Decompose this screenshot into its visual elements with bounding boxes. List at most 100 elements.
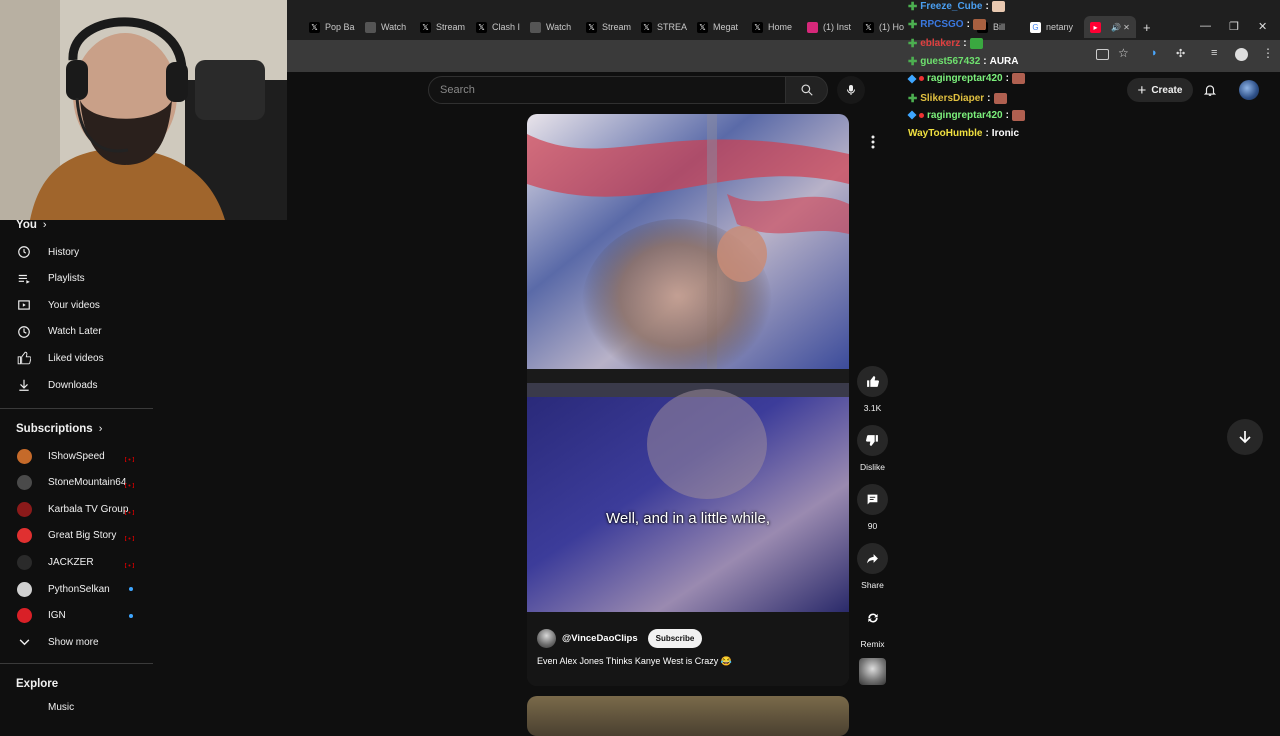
- x-icon: 𝕏: [476, 21, 487, 33]
- channel-avatar[interactable]: [537, 629, 556, 648]
- live-indicator-icon: [124, 480, 135, 489]
- chevron-right-icon: ›: [42, 219, 47, 231]
- subscription-item[interactable]: PythonSelkan: [0, 576, 152, 602]
- liked-videos-icon: [17, 351, 31, 365]
- browser-tab[interactable]: Gnetany: [1030, 18, 1073, 36]
- sidebar-item-label: Your videos: [48, 299, 100, 311]
- chat-message: WayTooHumble : Ironic: [908, 128, 1020, 140]
- show-more-button[interactable]: Show more: [0, 629, 152, 655]
- browser-tab[interactable]: 𝕏 Megat: [697, 18, 738, 36]
- dislike-button[interactable]: [857, 425, 888, 456]
- thumbs-up-icon: [867, 376, 879, 387]
- browser-menu-icon[interactable]: ⋮: [1262, 46, 1274, 60]
- subscription-item[interactable]: Great Big Story: [0, 523, 152, 549]
- media-control-icon[interactable]: ≡: [1211, 47, 1217, 59]
- create-button[interactable]: + Create: [1127, 78, 1193, 102]
- globe-icon: [365, 21, 376, 33]
- browser-tab[interactable]: 𝕏 Stream: [586, 18, 631, 36]
- browser-tab-label: (1) Ho: [879, 22, 905, 32]
- notifications-button[interactable]: [1200, 80, 1220, 100]
- channel-avatar: [17, 554, 32, 570]
- plus-icon: +: [1137, 81, 1147, 99]
- subscriptions-label: Subscriptions: [16, 423, 93, 435]
- subscription-item[interactable]: StoneMountain64: [0, 470, 152, 496]
- emote-icon: [1011, 109, 1025, 121]
- channel-info: @VinceDaoClips Subscribe: [537, 629, 703, 648]
- remix-button[interactable]: [857, 602, 888, 633]
- like-count: 3.1K: [863, 403, 882, 413]
- sidebar-item-label: Playlists: [48, 273, 85, 285]
- like-action[interactable]: 3.1K: [857, 366, 888, 413]
- search-button[interactable]: [785, 76, 828, 104]
- next-short-preview[interactable]: [527, 696, 849, 736]
- subscriptions-header[interactable]: Subscriptions ›: [16, 423, 102, 435]
- account-avatar[interactable]: [1239, 80, 1259, 100]
- subscription-item[interactable]: IGN: [0, 603, 152, 629]
- close-window-button[interactable]: ✕: [1258, 20, 1267, 33]
- instagram-icon: [807, 21, 818, 33]
- sidebar-item-label: Downloads: [48, 379, 98, 391]
- video-title[interactable]: Even Alex Jones Thinks Kanye West is Cra…: [537, 656, 732, 667]
- x-icon: 𝕏: [863, 21, 874, 33]
- install-app-icon[interactable]: [1096, 49, 1109, 60]
- sound-source-thumbnail[interactable]: [859, 658, 886, 685]
- streamer-webcam: [0, 0, 287, 220]
- remix-action[interactable]: Remix: [857, 602, 888, 649]
- channel-name[interactable]: @VinceDaoClips: [562, 633, 638, 644]
- share-icon: [867, 554, 878, 564]
- extensions-puzzle-icon[interactable]: ✣: [1176, 47, 1185, 60]
- sidebar-item-downloads[interactable]: Downloads: [0, 372, 152, 398]
- sidebar-item-music[interactable]: Music: [0, 696, 152, 716]
- subscription-item[interactable]: IShowSpeed: [0, 443, 152, 469]
- video-frame: [527, 114, 849, 686]
- like-button[interactable]: [857, 366, 888, 397]
- browser-tab[interactable]: 𝕏 STREA: [641, 18, 687, 36]
- comments-action[interactable]: 90: [857, 484, 888, 531]
- extension-icon[interactable]: ◗: [1151, 47, 1158, 59]
- downloads-icon: [17, 378, 31, 392]
- next-video-button[interactable]: [1227, 419, 1263, 455]
- share-button[interactable]: [857, 543, 888, 574]
- browser-tab[interactable]: ▸ 🔊 ✕: [1084, 16, 1136, 38]
- search-input[interactable]: Search: [428, 76, 786, 104]
- more-options-button[interactable]: [859, 128, 886, 155]
- live-indicator-icon: [124, 560, 135, 569]
- subscription-item[interactable]: JACKZER: [0, 549, 152, 575]
- x-icon: 𝕏: [641, 21, 652, 33]
- sidebar-item-liked-videos[interactable]: Liked videos: [0, 345, 152, 371]
- browser-tab-label: (1) Inst: [823, 22, 852, 32]
- create-label: Create: [1151, 84, 1183, 96]
- browser-tab[interactable]: 𝕏 Clash I: [476, 18, 520, 36]
- maximize-button[interactable]: ❐: [1229, 20, 1239, 33]
- sidebar-item-label: Liked videos: [48, 352, 104, 364]
- browser-tab[interactable]: 𝕏 Pop Ba: [309, 18, 355, 36]
- chevron-down-icon: [17, 635, 31, 649]
- sidebar-item-history[interactable]: History: [0, 239, 152, 265]
- bookmark-star-icon[interactable]: ☆: [1118, 46, 1129, 60]
- browser-tab[interactable]: Watch: [365, 18, 406, 36]
- dislike-action[interactable]: Dislike: [857, 425, 888, 472]
- browser-tab[interactable]: 𝕏 (1) Ho: [863, 18, 904, 36]
- sidebar-item-playlists[interactable]: Playlists: [0, 266, 152, 292]
- minimize-button[interactable]: —: [1200, 20, 1211, 32]
- share-action[interactable]: Share: [857, 543, 888, 590]
- profile-icon[interactable]: [1235, 48, 1248, 61]
- browser-tab[interactable]: (1) Inst: [807, 18, 851, 36]
- you-section-header[interactable]: You ›: [16, 219, 47, 231]
- browser-tab[interactable]: Watch: [530, 18, 571, 36]
- youtube-icon: ▸: [1090, 21, 1101, 33]
- sub-badge-icon: ✚: [908, 55, 918, 68]
- subscribe-button[interactable]: Subscribe: [647, 629, 703, 648]
- subscription-item[interactable]: Karbala TV Group: [0, 496, 152, 522]
- sub-badge-icon: ✚: [908, 19, 918, 32]
- short-video-player[interactable]: Well, and in a little while, @VinceDaoCl…: [527, 114, 849, 686]
- sidebar-item-watch-later[interactable]: Watch Later: [0, 319, 152, 345]
- sidebar-item-your-videos[interactable]: Your videos: [0, 292, 152, 318]
- new-tab-button[interactable]: +: [1143, 20, 1151, 35]
- browser-tab[interactable]: 𝕏 Stream: [420, 18, 465, 36]
- browser-tab[interactable]: 𝕏 Home: [752, 18, 792, 36]
- voice-search-button[interactable]: [837, 76, 865, 104]
- emote-icon: [991, 1, 1005, 12]
- comments-button[interactable]: [857, 484, 888, 515]
- tab-audio-close-icon[interactable]: 🔊 ✕: [1111, 23, 1130, 32]
